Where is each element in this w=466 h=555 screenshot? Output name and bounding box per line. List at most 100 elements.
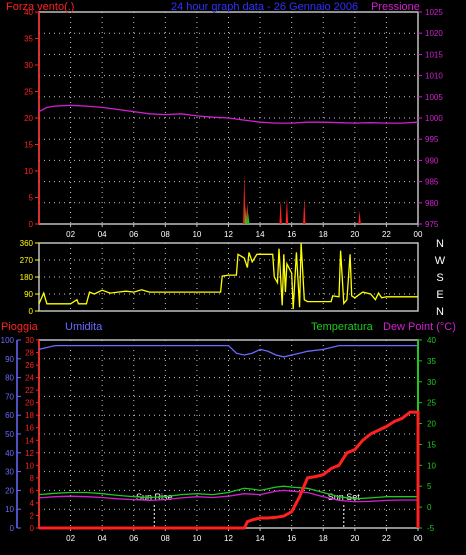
bot-x-tick-label: 12 — [224, 534, 233, 543]
wind-direction-axis: 0 90 180 270 360 — [20, 239, 39, 316]
pressure-tick-label: 995 — [425, 135, 439, 144]
top-x-tick-label: 18 — [319, 230, 328, 239]
wind-speed-tick-label: 30 — [24, 61, 33, 70]
humidity-tick-label: 60 — [5, 411, 14, 420]
top-x-tick-label: 20 — [350, 230, 359, 239]
temperature-label: Temperatura — [311, 321, 374, 333]
temperature-tick-label: 15 — [427, 440, 436, 449]
bot-x-tick-label: 10 — [192, 534, 201, 543]
compass-axis: NWSEN — [435, 238, 446, 318]
chart-title: 24 hour graph data - 26 Gennaio 2006 — [171, 1, 358, 13]
humidity-tick-label: 70 — [5, 392, 14, 401]
wind-speed-tick-label: 25 — [24, 88, 33, 97]
bot-x-tick-label: 04 — [98, 534, 107, 543]
pressure-tick-label: 985 — [425, 178, 439, 187]
top-x-tick-label: 02 — [66, 230, 75, 239]
temperature-tick-label: 10 — [427, 461, 436, 470]
humidity-label: Umidita — [65, 321, 103, 333]
humidity-tick-label: 50 — [5, 430, 14, 439]
rain-tick-label: 0 — [30, 524, 35, 533]
gust-spike — [279, 200, 282, 224]
top-x-tick-label: 22 — [382, 230, 391, 239]
top-x-tick-label: 12 — [224, 230, 233, 239]
bot-x-tick-label: 14 — [256, 534, 265, 543]
pressure-tick-label: 1010 — [425, 72, 443, 81]
rain-tick-label: 4 — [30, 499, 35, 508]
humidity-tick-label: 10 — [5, 505, 14, 514]
pressure-tick-label: 1020 — [425, 29, 443, 38]
rain-label: Pioggia — [1, 321, 39, 333]
humidity-tick-label: 20 — [5, 486, 14, 495]
pressure-tick-label: 1015 — [425, 50, 443, 59]
temperature-tick-label: 25 — [427, 399, 436, 408]
bot-x-tick-label: 16 — [287, 534, 296, 543]
rain-tick-label: 26 — [25, 361, 34, 370]
top-x-tick-label: 06 — [129, 230, 138, 239]
wind-pressure-series — [38, 104, 419, 224]
bot-x-tick-label: 08 — [161, 534, 170, 543]
rain-tick-label: 30 — [25, 336, 34, 345]
pressure-tick-label: 1000 — [425, 114, 443, 123]
temperature-tick-label: 35 — [427, 357, 436, 366]
humidity-tick-label: 40 — [5, 449, 14, 458]
humidity-tick-label: 100 — [1, 336, 15, 345]
compass-label: N — [436, 238, 444, 250]
bot-x-tick-label: 18 — [319, 534, 328, 543]
gust-spike — [243, 173, 246, 224]
rain-tick-label: 28 — [25, 349, 34, 358]
wind-direction-grid — [39, 243, 418, 311]
top-x-tick-label: 10 — [192, 230, 201, 239]
temperature-tick-label: 30 — [427, 378, 436, 387]
pressure-tick-label: 975 — [425, 220, 439, 229]
bot-x-tick-label: 22 — [382, 534, 391, 543]
direction-tick-label: 270 — [20, 256, 34, 265]
rain-tick-label: 24 — [25, 374, 34, 383]
temperature-tick-label: 40 — [427, 336, 436, 345]
wind-speed-tick-label: 35 — [24, 35, 33, 44]
bottom-grid — [39, 340, 418, 528]
direction-tick-label: 90 — [24, 290, 33, 299]
top-x-tick-label: 00 — [414, 230, 423, 239]
wind-speed-tick-label: 15 — [24, 141, 33, 150]
rain-tick-label: 14 — [25, 436, 34, 445]
wind-direction-series — [38, 242, 418, 310]
rain-tick-label: 18 — [25, 411, 34, 420]
bot-x-tick-label: 20 — [350, 534, 359, 543]
top-x-tick-label: 08 — [161, 230, 170, 239]
bot-x-tick-label: 06 — [129, 534, 138, 543]
top-x-tick-label: 16 — [287, 230, 296, 239]
temperature-tick-label: -5 — [427, 524, 435, 533]
wind-speed-tick-label: 0 — [29, 220, 34, 229]
compass-label: S — [436, 272, 443, 284]
humidity-tick-label: 80 — [5, 374, 14, 383]
pressure-tick-label: 1025 — [425, 8, 443, 17]
rain-tick-label: 10 — [25, 461, 34, 470]
humidity-tick-label: 0 — [10, 524, 15, 533]
temperature-tick-label: 5 — [427, 482, 432, 491]
wind-direction-panel: 090180270360 NWSEN — [20, 238, 446, 318]
rain-tick-label: 16 — [25, 424, 34, 433]
rain-humidity-temp-panel: 0102030405060708090100024681012141618202… — [1, 321, 456, 543]
direction-tick-label: 360 — [20, 239, 34, 248]
compass-label: E — [436, 289, 443, 301]
temperature-tick-label: 20 — [427, 420, 436, 429]
wind-speed-axis: 0510152025303540 — [24, 8, 40, 229]
pressure-axis: 975 980 985 990 995 1000 1005 1010 1015 1020 1025 — [418, 8, 443, 229]
pressure-label: Pressione — [371, 1, 420, 13]
pressure-tick-label: 1005 — [425, 93, 443, 102]
rain-tick-label: 8 — [30, 474, 35, 483]
rain-tick-label: 6 — [30, 486, 35, 495]
gust-spike — [285, 197, 289, 224]
humidity-tick-label: 90 — [5, 355, 14, 364]
rain-humidity-temp-frame — [38, 339, 419, 529]
weather-charts: 0510152025303540 97598098599099510001005… — [1, 1, 456, 543]
dew-point-label: Dew Point (°C) — [383, 321, 456, 333]
wind-speed-tick-label: 10 — [24, 167, 33, 176]
wind-pressure-panel: 0510152025303540 97598098599099510001005… — [6, 1, 443, 239]
wind-speed-label: Forza vento(.) — [6, 1, 74, 13]
top-x-tick-label: 14 — [256, 230, 265, 239]
bot-x-tick-label: 02 — [66, 534, 75, 543]
direction-tick-label: 180 — [20, 273, 34, 282]
temperature-tick-label: 0 — [427, 503, 432, 512]
gust-spike — [358, 210, 361, 224]
